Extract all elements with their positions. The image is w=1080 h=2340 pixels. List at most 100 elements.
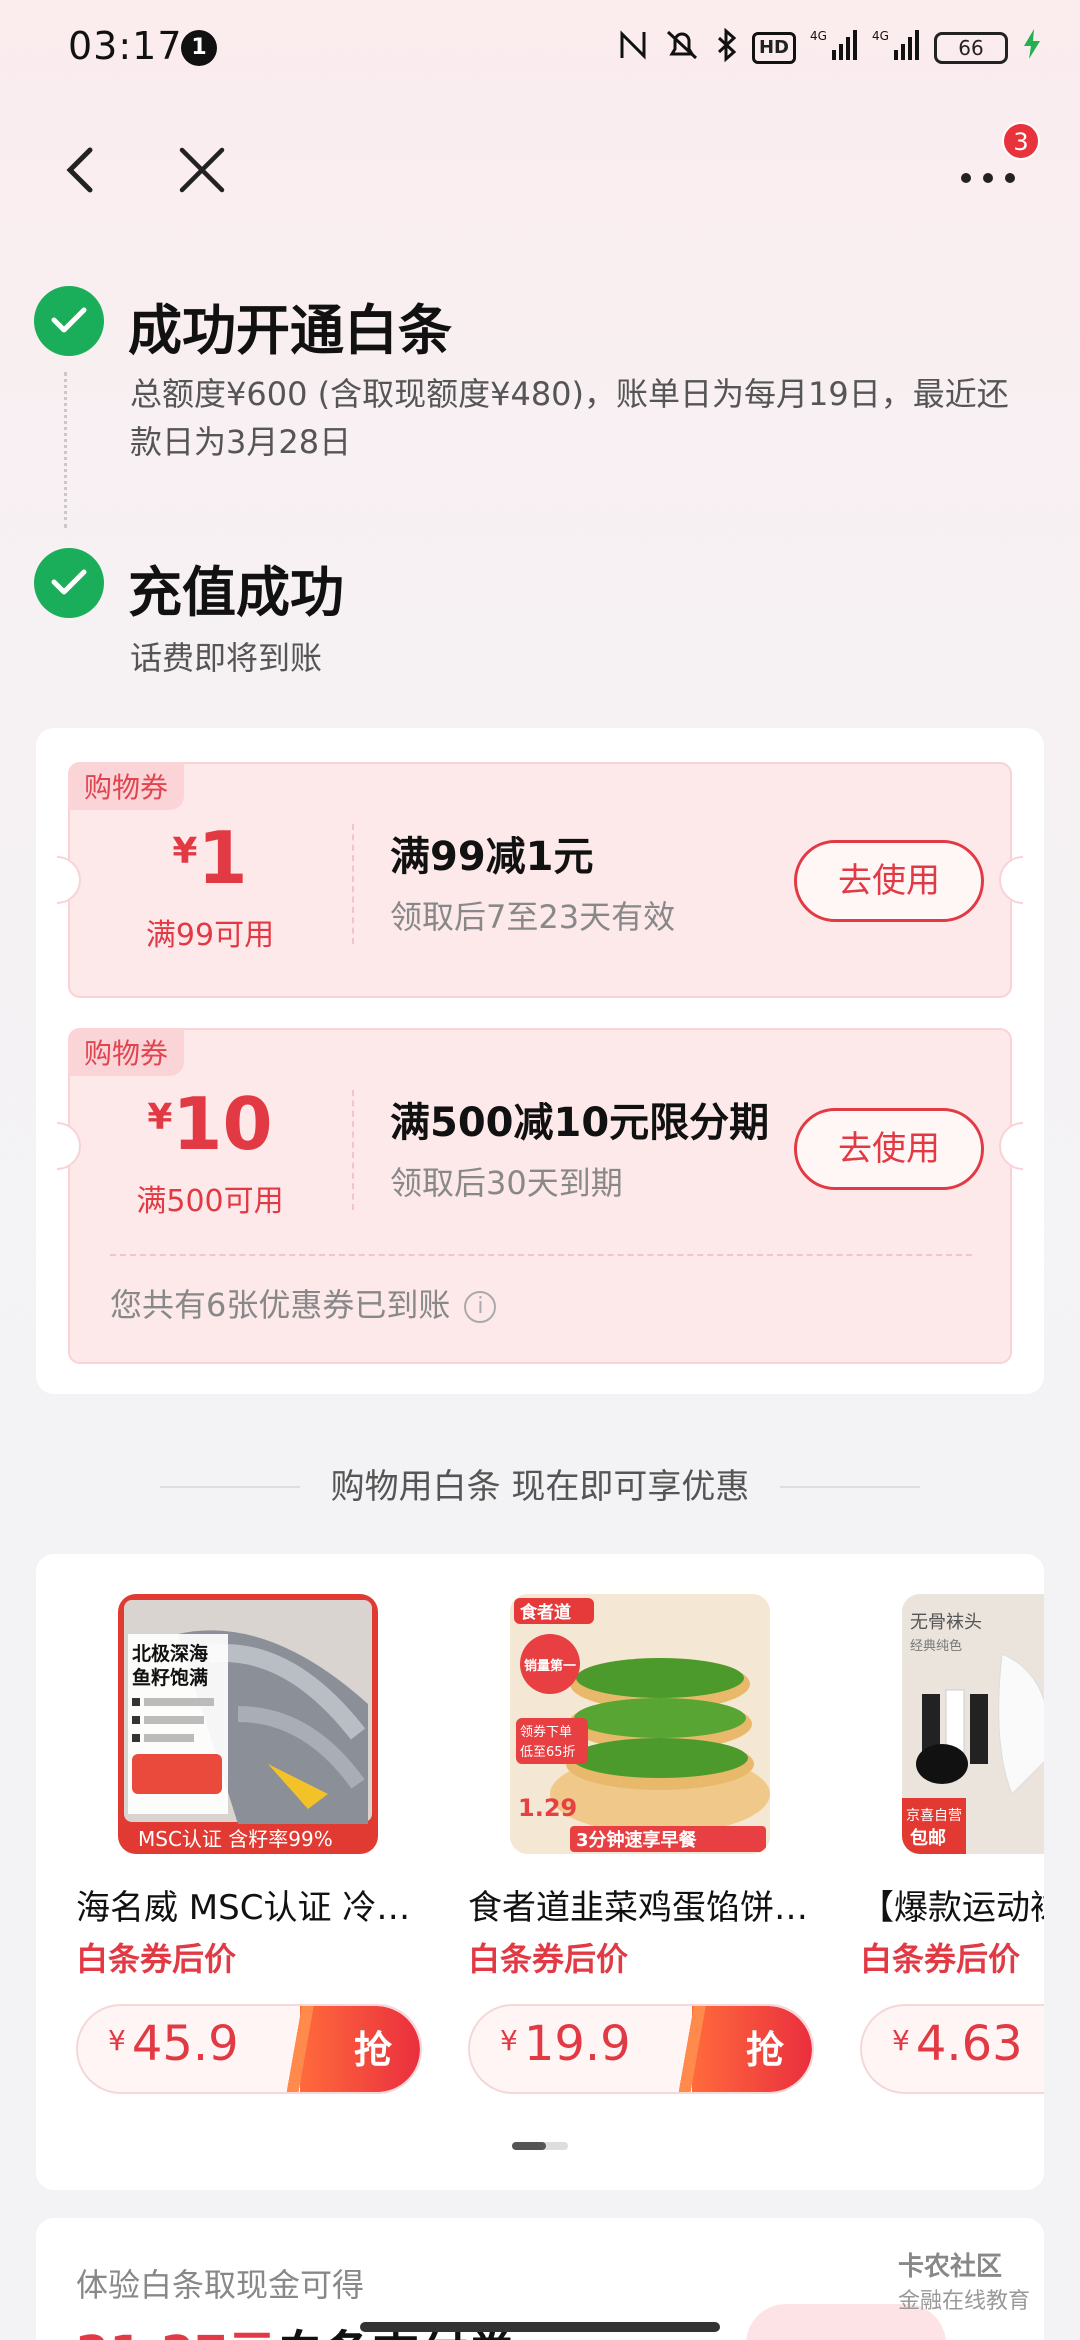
hd-icon: HD [751,32,796,64]
product-price: ¥4.63 [892,2016,1023,2072]
signal-icon-2: 4G [872,28,920,69]
svg-text:4G: 4G [872,29,889,43]
coupon-notch [999,1122,1023,1170]
step-desc-line: 款日为3月28日 [130,423,352,461]
currency-symbol: ¥ [147,1097,173,1138]
coupon-amount-value: 10 [172,1082,273,1166]
price-label: 白条券后价 [76,1940,237,1978]
product-image-text: 领券下单 [520,1724,572,1740]
currency-symbol: ¥ [892,2024,910,2057]
scroll-thumb [512,2142,546,2150]
product-card[interactable]: 无骨袜头 经典纯色 京喜自营 包邮 【爆款运动袜 白条券后价 ¥4.63 [820,1554,1044,2174]
step-desc: 总额度¥600 (含取现额度¥480)，账单日为每月19日，最近还 款日为3月2… [130,370,1050,466]
coupon-card: 购物券 ¥10 满500可用 满500减10元限分期 领取后30天到期 去使用 … [57,1028,1023,1364]
product-image[interactable]: 无骨袜头 经典纯色 京喜自营 包邮 [902,1594,1044,1854]
product-image-text: 包邮 [910,1827,946,1849]
product-card[interactable]: 北极深海 鱼籽饱满 MSC认证 含籽率99% 海名威 MSC认证 冷… 白条券后… [36,1554,422,2174]
coupon-total[interactable]: 您共有6张优惠券已到账 i [110,1280,497,1326]
product-price: ¥19.9 [500,2016,631,2072]
status-icons: HD 4G 4G 66 [618,26,1042,70]
product-image-text: 鱼籽饱满 [132,1666,208,1689]
step-desc: 话费即将到账 [130,639,323,677]
grab-button[interactable]: 抢 [278,2006,420,2092]
coupon-amount-value: 1 [197,816,248,900]
product-image[interactable]: 北极深海 鱼籽饱满 MSC认证 含籽率99% [118,1594,378,1854]
coupon-divider [352,1090,354,1210]
nfc-icon [618,28,648,69]
coupon-amount: ¥1 [70,816,350,900]
price-label: 白条券后价 [860,1940,1021,1978]
signal-icon-1: 4G [810,28,858,69]
step-title: 充值成功 [128,561,344,624]
product-image-text: 低至65折 [520,1745,576,1760]
notification-count-badge: 1 [181,30,217,66]
watermark: 卡农社区 金融在线教育 [898,2246,1030,2315]
promo-title: 体验白条取现金可得 [76,2266,365,2304]
watermark-sub: 金融在线教育 [898,2289,1031,2314]
coupon-validity: 领取后30天到期 [390,1164,623,1202]
bluetooth-icon [716,27,738,69]
product-image[interactable]: 食者道 销量第一 领券下单 低至65折 1.29 3分钟速享早餐 [510,1594,770,1854]
carousel-scroll-indicator [512,2142,568,2150]
watermark-name: 卡农社区 [898,2252,1003,2282]
product-name[interactable]: 海名威 MSC认证 冷… [76,1880,416,1929]
currency-symbol: ¥ [108,2024,126,2057]
promo-amount-value: 21.27元 [76,2326,276,2340]
coupon-card: 购物券 ¥1 满99可用 满99减1元 领取后7至23天有效 去使用 [57,762,1023,998]
status-bar: 03:17 1 HD 4G 4G 66 [0,0,1080,96]
section-line [780,1486,920,1488]
coupon-notch [999,856,1023,904]
check-icon [34,286,104,356]
price-value: 19.9 [523,2016,631,2072]
home-indicator[interactable] [360,2322,720,2332]
coupon-divider [352,824,354,944]
mute-icon [662,28,702,69]
product-image-text: 食者道 [520,1602,571,1623]
product-price: ¥45.9 [108,2016,239,2072]
step-connector [64,372,67,528]
product-image-text: 无骨袜头 [910,1612,982,1633]
section-title: 购物用白条 现在即可享优惠 [330,1467,750,1507]
coupon-panel: 购物券 ¥1 满99可用 满99减1元 领取后7至23天有效 去使用 购物券 ¥… [36,728,1044,1394]
coupon-divider-line [110,1254,972,1256]
price-pill[interactable]: ¥45.9 抢 [76,2004,422,2094]
coupon-tag: 购物券 [68,762,185,810]
coupon-condition: 满99可用 [145,918,275,953]
product-image-text: 1.29 [518,1794,577,1822]
product-image-text: 经典纯色 [910,1638,962,1654]
coupon-total-text: 您共有6张优惠券已到账 [110,1286,451,1324]
product-image-text: MSC认证 含籽率99% [138,1827,333,1851]
product-image-text: 京喜自营 [906,1808,962,1824]
info-icon[interactable]: i [464,1291,497,1323]
price-pill[interactable]: ¥19.9 抢 [468,2004,814,2094]
status-time: 03:17 [68,24,183,68]
currency-symbol: ¥ [500,2024,518,2057]
use-coupon-button[interactable]: 去使用 [794,1108,984,1190]
product-image-text: 北极深海 [132,1642,208,1665]
battery-icon: 66 [934,32,1008,64]
close-icon[interactable] [172,140,232,200]
coupon-title: 满500减10元限分期 [390,1100,770,1146]
back-icon[interactable] [56,140,106,200]
price-value: 4.63 [915,2016,1023,2072]
coupon-title: 满99减1元 [390,834,594,880]
coupon-condition: 满500可用 [136,1184,284,1219]
product-card[interactable]: 食者道 销量第一 领券下单 低至65折 1.29 3分钟速享早餐 食者道韭菜鸡蛋… [428,1554,814,2174]
check-icon [34,548,104,618]
use-coupon-button[interactable]: 去使用 [794,840,984,922]
top-nav [0,130,1080,210]
price-pill[interactable]: ¥4.63 [860,2004,1044,2094]
product-name[interactable]: 食者道韭菜鸡蛋馅饼… [468,1880,808,1929]
step-title: 成功开通白条 [128,299,452,362]
section-line [160,1486,300,1488]
product-image-text: 销量第一 [524,1658,576,1674]
coupon-tag: 购物券 [68,1028,185,1076]
product-carousel[interactable]: 北极深海 鱼籽饱满 MSC认证 含籽率99% 海名威 MSC认证 冷… 白条券后… [36,1554,1044,2190]
coupon-amount: ¥10 [70,1082,350,1166]
product-name[interactable]: 【爆款运动袜 [860,1880,1044,1929]
price-value: 45.9 [131,2016,239,2072]
svg-text:4G: 4G [810,29,827,43]
product-image-text: 3分钟速享早餐 [576,1829,698,1851]
price-label: 白条券后价 [468,1940,629,1978]
grab-button[interactable]: 抢 [670,2006,812,2092]
